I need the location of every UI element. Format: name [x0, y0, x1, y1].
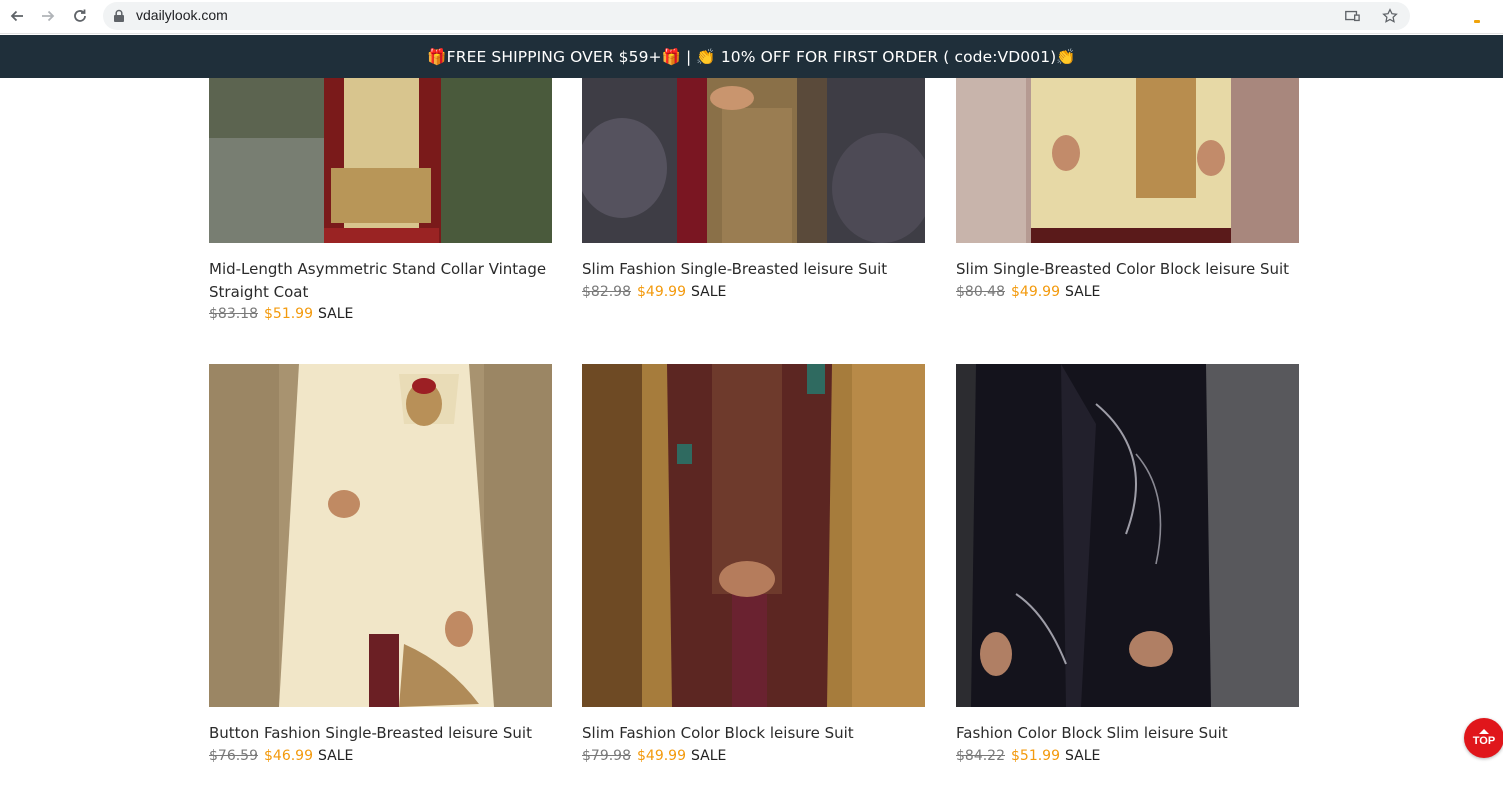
extension-icon[interactable]	[1474, 20, 1480, 23]
original-price: $80.48	[956, 284, 1005, 300]
original-price: $76.59	[209, 748, 258, 764]
url-text: vdailylook.com	[136, 7, 228, 23]
reload-button[interactable]	[68, 5, 92, 27]
original-price: $82.98	[582, 284, 631, 300]
sale-price: $46.99	[264, 748, 313, 764]
product-price: $76.59 $46.99 SALE	[209, 746, 353, 766]
original-price: $79.98	[582, 748, 631, 764]
back-arrow-icon	[10, 10, 23, 22]
product-title[interactable]: Button Fashion Single-Breasted leisure S…	[209, 722, 552, 745]
product-title[interactable]: Slim Fashion Color Block leisure Suit	[582, 722, 925, 745]
product-title[interactable]: Slim Fashion Single-Breasted leisure Sui…	[582, 258, 925, 281]
up-arrow-icon	[1479, 729, 1489, 734]
sale-price: $51.99	[1011, 748, 1060, 764]
product-price: $80.48 $49.99 SALE	[956, 282, 1100, 302]
cast-icon[interactable]	[1343, 7, 1361, 25]
sale-price: $49.99	[1011, 284, 1060, 300]
back-to-top-button[interactable]: TOP	[1464, 718, 1503, 758]
forward-button[interactable]	[36, 5, 60, 27]
sale-badge: SALE	[1065, 284, 1101, 300]
product-title[interactable]: Slim Single-Breasted Color Block leisure…	[956, 258, 1299, 281]
sale-price: $49.99	[637, 284, 686, 300]
product-image[interactable]	[209, 78, 552, 243]
product-image[interactable]	[582, 364, 925, 707]
original-price: $83.18	[209, 306, 258, 322]
top-button-label: TOP	[1472, 735, 1496, 747]
sale-badge: SALE	[691, 284, 727, 300]
sale-price: $49.99	[637, 748, 686, 764]
address-bar[interactable]: vdailylook.com	[103, 2, 1410, 30]
product-image[interactable]	[956, 78, 1299, 243]
original-price: $84.22	[956, 748, 1005, 764]
browser-toolbar: vdailylook.com	[0, 0, 1503, 34]
promo-text: 🎁FREE SHIPPING OVER $59+🎁 | 👏 10% OFF FO…	[427, 47, 1076, 66]
promo-banner: 🎁FREE SHIPPING OVER $59+🎁 | 👏 10% OFF FO…	[0, 35, 1503, 78]
lock-icon	[114, 9, 124, 22]
sale-badge: SALE	[1065, 748, 1101, 764]
product-image[interactable]	[209, 364, 552, 707]
sale-badge: SALE	[691, 748, 727, 764]
product-image[interactable]	[582, 78, 925, 243]
back-button[interactable]	[5, 5, 29, 27]
reload-icon	[74, 9, 86, 22]
product-image[interactable]	[956, 364, 1299, 707]
sale-price: $51.99	[264, 306, 313, 322]
product-price: $79.98 $49.99 SALE	[582, 746, 726, 766]
product-price: $82.98 $49.99 SALE	[582, 282, 726, 302]
product-price: $83.18 $51.99 SALE	[209, 304, 353, 324]
bookmark-star-icon[interactable]	[1381, 7, 1399, 25]
product-title[interactable]: Fashion Color Block Slim leisure Suit	[956, 722, 1299, 745]
forward-arrow-icon	[42, 10, 55, 22]
product-title[interactable]: Mid-Length Asymmetric Stand Collar Vinta…	[209, 258, 552, 303]
sale-badge: SALE	[318, 748, 354, 764]
product-price: $84.22 $51.99 SALE	[956, 746, 1100, 766]
sale-badge: SALE	[318, 306, 354, 322]
